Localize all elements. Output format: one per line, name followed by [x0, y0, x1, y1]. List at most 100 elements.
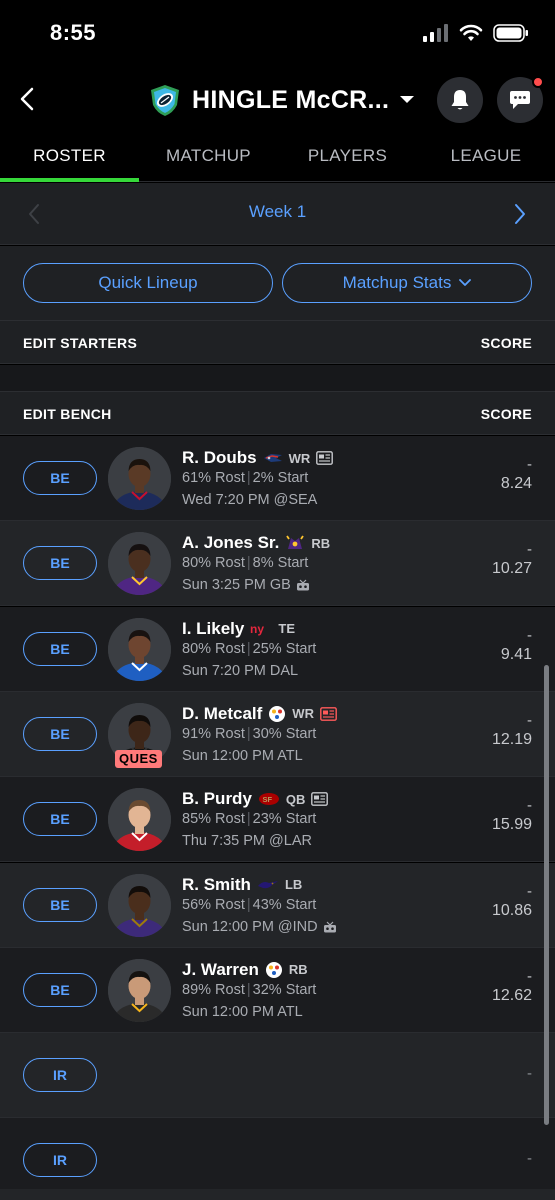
- ir-score: -: [527, 1150, 532, 1168]
- bell-icon: [451, 90, 469, 110]
- rostered-pct: 89% Rost: [182, 981, 245, 998]
- ir-slot-button[interactable]: IR: [23, 1143, 97, 1178]
- player-name[interactable]: I. Likely: [182, 619, 244, 639]
- quick-lineup-button[interactable]: Quick Lineup: [23, 263, 273, 303]
- player-row[interactable]: BE R. Smith LB 56% Rost | 43% Start Sun 12:00 …: [0, 862, 555, 948]
- player-position: TE: [278, 621, 295, 637]
- slot-button[interactable]: BE: [23, 887, 97, 922]
- player-name[interactable]: J. Warren: [182, 960, 259, 980]
- player-position: WR: [292, 706, 314, 722]
- notification-dot: [532, 76, 544, 88]
- started-pct: 43% Start: [252, 896, 317, 913]
- tab-roster[interactable]: ROSTER: [0, 130, 139, 182]
- player-name[interactable]: R. Doubs: [182, 448, 257, 468]
- player-name[interactable]: B. Purdy: [182, 789, 252, 809]
- patriots-logo-icon: [263, 452, 283, 464]
- slot-label: BE: [50, 981, 70, 998]
- bottom-edge: [0, 1189, 555, 1200]
- chevron-down-icon: [459, 279, 472, 286]
- projected-score: -: [527, 626, 532, 644]
- player-avatar[interactable]: [108, 873, 171, 937]
- slot-button[interactable]: BE: [23, 461, 97, 495]
- player-row[interactable]: BE B. Purdy SF QB 85% Rost | 23% Start Thu 7:35…: [0, 777, 555, 863]
- messages-button[interactable]: [497, 76, 544, 123]
- ir-score: -: [527, 1065, 532, 1083]
- news-icon[interactable]: [316, 451, 334, 465]
- wifi-icon: [459, 24, 483, 41]
- starters-header: EDIT STARTERS SCORE: [0, 320, 555, 364]
- bench-header: EDIT BENCH SCORE: [0, 391, 555, 435]
- player-score: -10.86: [492, 883, 532, 920]
- notifications-button[interactable]: [437, 77, 483, 123]
- game-info: Sun 3:25 PM GB: [182, 577, 291, 594]
- football-shield-icon: [151, 85, 179, 116]
- points-value: 10.27: [491, 560, 532, 578]
- back-button[interactable]: [12, 82, 42, 116]
- player-row[interactable]: BE QUES D. Metcalf WR 91% Rost | 30% Start Sun …: [0, 691, 555, 777]
- player-score: -9.41: [501, 627, 532, 664]
- chevron-left-icon: [20, 87, 34, 111]
- tab-matchup[interactable]: MATCHUP: [139, 130, 278, 182]
- slot-label: BE: [50, 640, 70, 657]
- rostered-pct: 61% Rost: [182, 470, 245, 486]
- ir-slot-button[interactable]: IR: [23, 1058, 97, 1093]
- game-info: Sun 12:00 PM ATL: [182, 747, 303, 764]
- ir-row[interactable]: IR -: [0, 1118, 555, 1200]
- ir-row[interactable]: IR -: [0, 1033, 555, 1119]
- player-name[interactable]: A. Jones Sr.: [182, 533, 279, 553]
- tab-league[interactable]: LEAGUE: [417, 130, 555, 182]
- news-icon[interactable]: [311, 792, 329, 807]
- player-row[interactable]: BE A. Jones Sr. RB 80% Rost | 8% Start Sun 3:2…: [0, 521, 555, 607]
- svg-text:SF: SF: [262, 795, 272, 804]
- game-info: Sun 12:00 PM @IND: [182, 918, 318, 935]
- player-avatar[interactable]: [108, 532, 171, 596]
- starters-score-label: SCORE: [480, 335, 532, 351]
- week-label[interactable]: Week 1: [0, 202, 555, 222]
- edit-bench-link[interactable]: EDIT BENCH: [23, 406, 112, 422]
- tv-icon: [296, 579, 310, 591]
- slot-label: IR: [53, 1152, 67, 1169]
- points-value: 12.19: [491, 730, 532, 748]
- player-avatar[interactable]: [108, 788, 171, 852]
- news-icon[interactable]: [320, 706, 337, 721]
- player-row[interactable]: BE I. Likely ny TE 80% Rost | 25% Start Sun 7:2…: [0, 606, 555, 692]
- section-divider: [0, 365, 555, 391]
- projected-score: -: [527, 711, 532, 729]
- player-info: J. Warren RB 89% Rost | 32% Start Sun 12:00 P…: [182, 959, 317, 1020]
- player-position: RB: [311, 535, 331, 551]
- slot-button[interactable]: BE: [23, 716, 97, 751]
- player-avatar[interactable]: [108, 447, 171, 510]
- chevron-down-icon: [400, 96, 415, 103]
- points-value: 8.24: [500, 475, 532, 492]
- player-name[interactable]: D. Metcalf: [182, 704, 262, 724]
- slot-button[interactable]: BE: [23, 972, 97, 1007]
- player-row[interactable]: BE R. Doubs WR 61% Rost | 2% Start Wed 7:20 PM…: [0, 436, 555, 521]
- battery-icon: [493, 24, 528, 42]
- tab-players[interactable]: PLAYERS: [278, 130, 417, 182]
- quick-lineup-label: Quick Lineup: [98, 273, 198, 292]
- scrollbar[interactable]: [544, 665, 549, 1125]
- projected-score: -: [527, 882, 532, 900]
- rostered-pct: 56% Rost: [182, 896, 245, 913]
- next-week-button[interactable]: [506, 200, 534, 228]
- player-info: A. Jones Sr. RB 80% Rost | 8% Start Sun 3:25 …: [182, 533, 331, 594]
- slot-button[interactable]: BE: [23, 802, 97, 837]
- matchup-stats-button[interactable]: Matchup Stats: [282, 263, 532, 303]
- player-score: -10.27: [492, 541, 532, 578]
- slot-button[interactable]: BE: [23, 631, 97, 666]
- league-selector[interactable]: HINGLE McCR...: [148, 80, 415, 120]
- edit-starters-link[interactable]: EDIT STARTERS: [23, 335, 137, 351]
- slot-button[interactable]: BE: [23, 546, 97, 581]
- started-pct: 25% Start: [252, 640, 317, 657]
- player-row[interactable]: BE J. Warren RB 89% Rost | 32% Start Sun 12:00…: [0, 947, 555, 1033]
- player-avatar[interactable]: [108, 958, 171, 1022]
- started-pct: 30% Start: [252, 725, 317, 742]
- player-info: I. Likely ny TE 80% Rost | 25% Start Sun 7:20 …: [182, 618, 317, 679]
- 49ers-logo-icon: SF: [258, 792, 280, 806]
- rostered-pct: 85% Rost: [182, 811, 245, 828]
- steelers-logo-icon: [268, 705, 286, 723]
- rostered-pct: 91% Rost: [182, 725, 245, 742]
- player-name[interactable]: R. Smith: [182, 875, 251, 895]
- bench-score-label: SCORE: [480, 406, 532, 422]
- player-avatar[interactable]: [108, 617, 171, 681]
